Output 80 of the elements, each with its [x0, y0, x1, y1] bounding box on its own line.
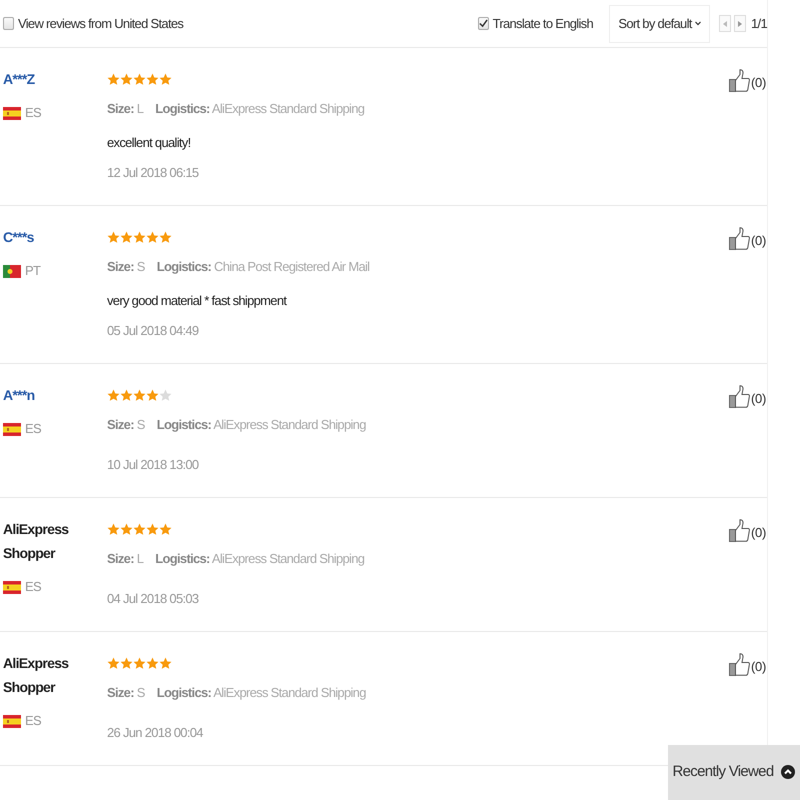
star-icon: [107, 656, 120, 670]
recently-viewed-tab[interactable]: Recently Viewed: [668, 745, 800, 800]
review-comment: very good material * fast shippment: [107, 292, 286, 310]
star-icon: [146, 72, 159, 86]
country-code: ES: [25, 712, 41, 730]
checkbox-label[interactable]: View reviews from United States: [18, 16, 184, 31]
chevron-up-circle-icon: [781, 764, 796, 778]
star-icon: [133, 72, 146, 86]
country-code: ES: [25, 578, 41, 596]
star-icon: [159, 522, 172, 536]
star-icon: [133, 388, 146, 402]
star-icon: [146, 522, 159, 536]
star-icon: [120, 72, 133, 86]
logistics-info: Logistics: China Post Registered Air Mail: [156, 258, 370, 276]
logistics-info: Logistics: AliExpress Standard Shipping: [155, 100, 364, 118]
logistics-info: Logistics: AliExpress Standard Shipping: [156, 416, 366, 434]
checkbox[interactable]: [3, 17, 14, 30]
star-icon: [120, 388, 133, 402]
star-icon: [133, 230, 146, 244]
checkbox[interactable]: [478, 17, 489, 30]
size-info: Size: S: [107, 416, 145, 434]
logistics-info: Logistics: AliExpress Standard Shipping: [155, 550, 364, 568]
star-icon: [120, 230, 133, 244]
star-icon: [133, 522, 146, 536]
star-icon: [133, 656, 146, 670]
like-count: (0): [751, 525, 766, 540]
page-indicator: 1/1: [751, 16, 767, 31]
flag-icon: [3, 580, 21, 594]
like-count: (0): [751, 659, 766, 674]
star-icon: [159, 656, 172, 670]
country-code: PT: [25, 262, 40, 280]
country-code: ES: [25, 104, 41, 122]
thumbs-up-icon[interactable]: [729, 385, 750, 408]
reviewer-name: AliExpress Shopper: [3, 654, 69, 697]
flag-icon: [3, 106, 21, 120]
star-icon: [107, 230, 120, 244]
reviewer-name-link[interactable]: A***Z: [3, 67, 35, 91]
star-icon: [146, 230, 159, 244]
star-icon: [159, 388, 172, 402]
star-icon: [120, 522, 133, 536]
review-date: 04 Jul 2018 05:03: [107, 590, 198, 608]
star-icon: [146, 388, 159, 402]
review-date: 10 Jul 2018 13:00: [107, 456, 198, 474]
next-page-button[interactable]: [734, 15, 746, 32]
star-icon: [146, 656, 159, 670]
reviewer-name: AliExpress Shopper: [3, 520, 69, 563]
star-icon: [107, 522, 120, 536]
reviewer-name-link[interactable]: C***s: [3, 225, 34, 249]
like-count: (0): [751, 75, 766, 90]
star-icon: [159, 230, 172, 244]
thumbs-up-icon[interactable]: [729, 69, 750, 92]
reviewer-name-link[interactable]: A***n: [3, 383, 35, 407]
thumbs-up-icon[interactable]: [729, 227, 750, 250]
review-date: 26 Jun 2018 00:04: [107, 724, 203, 742]
caret-right-icon: [738, 20, 742, 26]
logistics-info: Logistics: AliExpress Standard Shipping: [156, 684, 366, 702]
checkbox-label[interactable]: Translate to English: [492, 16, 594, 31]
star-icon: [107, 388, 120, 402]
checkmark-icon: [478, 19, 488, 28]
star-icon: [120, 656, 133, 670]
star-icon: [107, 72, 120, 86]
review-date: 05 Jul 2018 04:49: [107, 322, 198, 340]
thumbs-up-icon[interactable]: [729, 653, 750, 676]
country-code: ES: [25, 420, 41, 438]
size-info: Size: L: [107, 100, 144, 118]
like-count: (0): [751, 233, 766, 248]
thumbs-up-icon[interactable]: [729, 519, 750, 542]
caret-left-icon: [723, 20, 728, 26]
chevron-down-icon: [694, 21, 701, 26]
size-info: Size: S: [107, 684, 145, 702]
flag-icon: [3, 714, 21, 728]
size-info: Size: S: [107, 258, 145, 276]
flag-icon: [3, 264, 21, 278]
like-count: (0): [751, 391, 766, 406]
flag-icon: [3, 422, 21, 436]
sort-dropdown[interactable]: Sort by default: [609, 4, 710, 42]
review-comment: excellent quality!: [107, 134, 191, 152]
size-info: Size: L: [107, 550, 144, 568]
review-date: 12 Jul 2018 06:15: [107, 164, 198, 182]
star-icon: [159, 72, 172, 86]
